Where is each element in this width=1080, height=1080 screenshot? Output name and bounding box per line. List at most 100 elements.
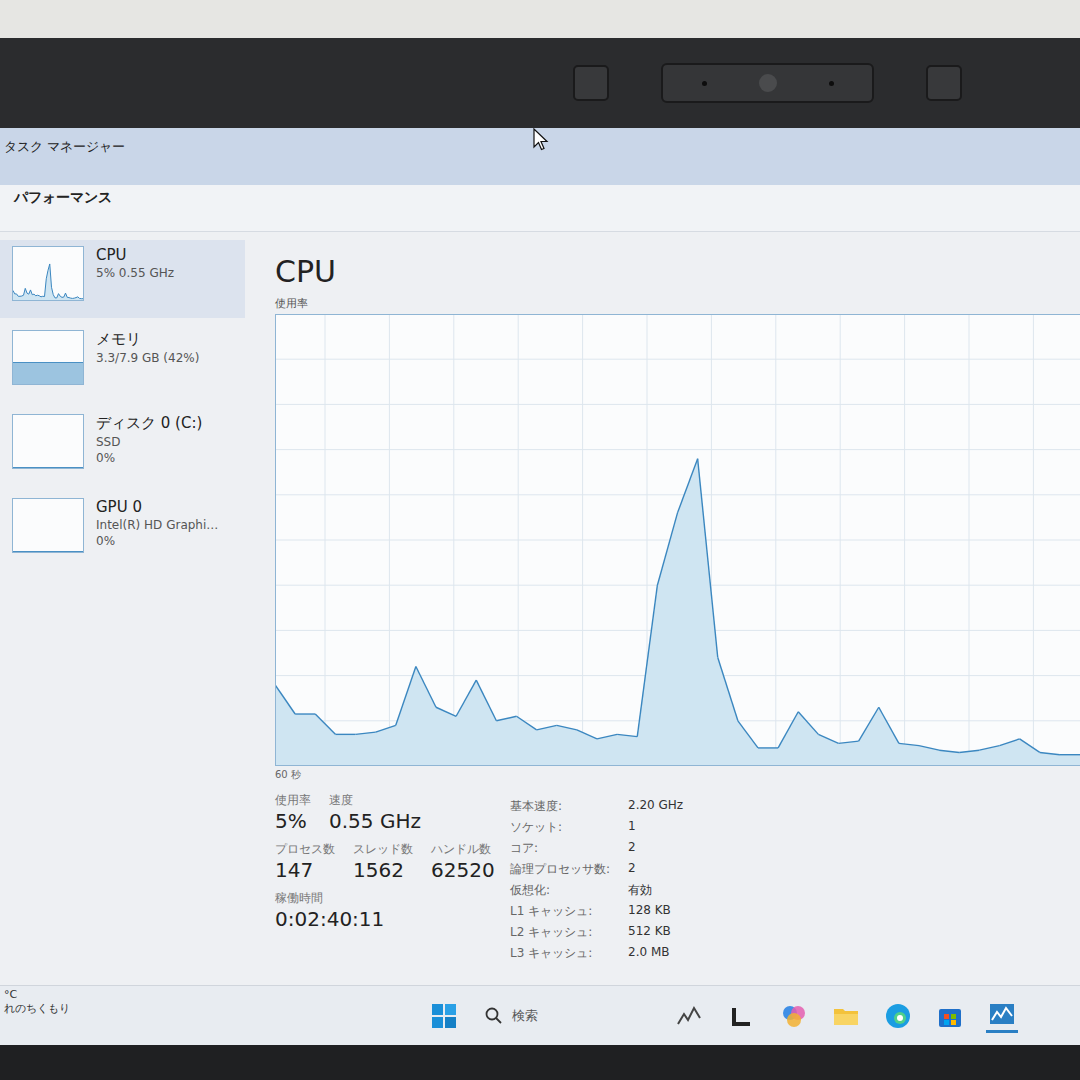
search-icon <box>484 1006 504 1026</box>
usage-line <box>557 725 577 730</box>
spec-value: 2.0 MB <box>628 945 683 962</box>
usage-line <box>416 667 436 708</box>
stat: ハンドル数62520 <box>431 841 495 882</box>
folder-icon[interactable] <box>830 1000 862 1032</box>
stat: スレッド数1562 <box>353 841 413 882</box>
sidebar-text: メモリ3.3/7.9 GB (42%) <box>96 330 199 365</box>
stat-value: 1562 <box>353 858 413 882</box>
stat: プロセス数147 <box>275 841 335 882</box>
item-name: ディスク 0 (C:) <box>96 414 202 433</box>
weather-widget[interactable]: °Cれのちくもり <box>0 986 430 1016</box>
usage-line <box>678 459 698 513</box>
usage-line <box>617 734 637 736</box>
usage-line <box>376 725 396 732</box>
usage-line <box>839 741 859 743</box>
laptop-screen: タスク マネージャーパフォーマンス CPU5% 0.55 GHz メモリ3.3/7.… <box>0 0 1080 1080</box>
stat: 使用率5% <box>275 792 311 833</box>
search-box[interactable]: 検索 <box>484 1006 654 1026</box>
usage-line <box>517 716 537 730</box>
stat-label: ハンドル数 <box>431 841 495 858</box>
usage-line <box>738 721 758 748</box>
item-detail: SSD <box>96 435 202 449</box>
task-manager-icon[interactable] <box>986 998 1018 1033</box>
usage-area <box>275 459 1080 766</box>
usage-line <box>456 680 476 716</box>
usage-line <box>637 585 657 736</box>
sensor-icon <box>573 65 609 101</box>
item-detail: 0% <box>96 451 202 465</box>
item-detail: Intel(R) HD Graphi… <box>96 518 218 532</box>
usage-line <box>597 734 617 739</box>
thumbnail-graph <box>12 246 84 301</box>
pinned-apps <box>674 998 1018 1033</box>
grid-line <box>275 404 1080 405</box>
search-placeholder: 検索 <box>512 1007 538 1025</box>
stat: 速度0.55 GHz <box>329 792 421 833</box>
usage-line <box>919 746 939 751</box>
sidebar-text: CPU5% 0.55 GHz <box>96 246 174 280</box>
spec-value: 有効 <box>628 882 683 899</box>
store-icon[interactable] <box>934 1000 966 1032</box>
specs: 基本速度:2.20 GHzソケット:1コア:2論理プロセッサ数:2仮想化:有効L… <box>510 792 683 962</box>
usage-chart <box>275 314 1080 766</box>
webcam-icon <box>661 63 874 103</box>
weather-temp: °C <box>4 988 430 1001</box>
spec-value: 2.20 GHz <box>628 798 683 815</box>
stat-row: 使用率5% 速度0.55 GHz <box>275 792 510 833</box>
usage-line <box>476 680 496 721</box>
item-name: GPU 0 <box>96 498 218 516</box>
mini-chart <box>13 247 83 300</box>
spec-value: 512 KB <box>628 924 683 941</box>
stat-value: 147 <box>275 858 335 882</box>
panel-title: CPU <box>275 254 1080 290</box>
stat-label: プロセス数 <box>275 841 335 858</box>
usage-line <box>436 707 456 716</box>
usage-line <box>577 730 597 739</box>
spec-label: L3 キャッシュ: <box>510 945 628 962</box>
page-header: パフォーマンス <box>0 185 1080 232</box>
usage-line <box>1000 739 1020 746</box>
stat-row: 稼働時間0:02:40:11 <box>275 890 510 931</box>
usage-line <box>335 734 355 735</box>
pen-icon[interactable] <box>674 1000 706 1032</box>
stat: 稼働時間0:02:40:11 <box>275 890 384 931</box>
sidebar-item[interactable]: ディスク 0 (C:) SSD 0% <box>0 408 245 486</box>
page-title: パフォーマンス <box>14 189 112 205</box>
window-title: タスク マネージャー <box>4 139 125 154</box>
spec-label: L2 キャッシュ: <box>510 924 628 941</box>
usage-fill <box>13 551 83 552</box>
usage-line <box>818 734 838 743</box>
item-name: CPU <box>96 246 174 264</box>
item-detail: 3.3/7.9 GB (42%) <box>96 351 199 365</box>
usage-line <box>1040 752 1060 754</box>
usage-line <box>718 658 738 721</box>
edge-icon[interactable] <box>882 1000 914 1032</box>
spec-label: 仮想化: <box>510 882 628 899</box>
spec-label: ソケット: <box>510 819 628 836</box>
sidebar-item[interactable]: メモリ3.3/7.9 GB (42%) <box>0 324 245 402</box>
sidebar-item[interactable]: GPU 0Intel(R) HD Graphi…0% <box>0 492 245 570</box>
usage-line <box>939 750 959 752</box>
sidebar-item[interactable]: CPU5% 0.55 GHz <box>0 240 245 318</box>
stat-value: 0:02:40:11 <box>275 907 384 931</box>
stat-row: プロセス数147 スレッド数1562 ハンドル数62520 <box>275 841 510 882</box>
stat-value: 0.55 GHz <box>329 809 421 833</box>
weather-text: れのちくもり <box>4 1001 430 1016</box>
stat-label: スレッド数 <box>353 841 413 858</box>
content: CPU5% 0.55 GHz メモリ3.3/7.9 GB (42%) ディスク 0 … <box>0 232 1080 985</box>
axis-label: 60 秒 <box>275 768 1080 782</box>
spec-value: 2 <box>628 840 683 857</box>
title-bar: タスク マネージャー <box>0 128 1080 185</box>
task-view-icon[interactable] <box>726 1000 758 1032</box>
spec-value: 128 KB <box>628 903 683 920</box>
taskbar: °Cれのちくもり検索 <box>0 985 1080 1045</box>
usage-line <box>798 712 818 735</box>
windows-start-icon[interactable] <box>430 1002 458 1030</box>
usage-line <box>979 746 999 751</box>
spec-label: 基本速度: <box>510 798 628 815</box>
copilot-icon[interactable] <box>778 1000 810 1032</box>
chart-label: 使用率 <box>275 296 1080 311</box>
usage-line <box>1020 739 1040 753</box>
sidebar-text: ディスク 0 (C:) SSD 0% <box>96 414 202 465</box>
stats: 使用率5% 速度0.55 GHz プロセス数147 スレッド数1562 ハンドル数625… <box>275 792 510 962</box>
